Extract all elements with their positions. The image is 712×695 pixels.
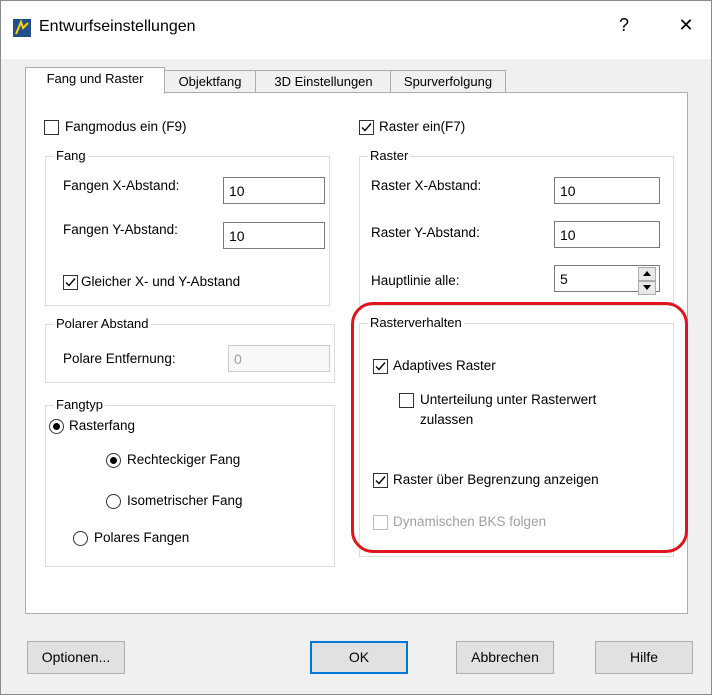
dynamic-ucs-checkbox[interactable] xyxy=(373,515,388,530)
iso-snap-label: Isometrischer Fang xyxy=(127,493,243,508)
grid-on-label: Raster ein(F7) xyxy=(379,119,466,134)
polar-snap-radio[interactable] xyxy=(73,531,88,546)
snap-type-group-title: Fangtyp xyxy=(54,397,105,413)
adaptive-grid-checkbox[interactable] xyxy=(373,359,388,374)
tab-objektfang[interactable]: Objektfang xyxy=(163,70,257,93)
window-title: Entwurfseinstellungen xyxy=(39,18,196,35)
help-button[interactable]: Hilfe xyxy=(595,641,693,674)
major-line-label: Hauptlinie alle: xyxy=(371,273,460,288)
snap-x-input[interactable]: 10 xyxy=(223,177,325,204)
chevron-down-icon xyxy=(643,285,651,290)
tab-fang-und-raster[interactable]: Fang und Raster xyxy=(25,67,165,94)
rect-snap-label: Rechteckiger Fang xyxy=(127,452,241,467)
subdivide-checkbox[interactable] xyxy=(399,393,414,408)
polar-snap-label: Polares Fangen xyxy=(94,530,190,545)
equal-spacing-checkbox[interactable] xyxy=(63,275,78,290)
cancel-button[interactable]: Abbrechen xyxy=(456,641,554,674)
polar-distance-label: Polare Entfernung: xyxy=(63,351,176,366)
grid-y-input[interactable]: 10 xyxy=(554,221,660,248)
grid-group-title: Raster xyxy=(368,148,411,164)
spin-up-button[interactable] xyxy=(638,267,656,281)
dialog-window: Entwurfseinstellungen ? ✕ Fang und Raste… xyxy=(0,0,712,695)
options-button[interactable]: Optionen... xyxy=(27,641,125,674)
polar-group-title: Polarer Abstand xyxy=(54,316,151,332)
grid-on-checkbox[interactable] xyxy=(359,120,374,135)
grid-snap-radio[interactable] xyxy=(49,419,64,434)
snap-x-label: Fangen X-Abstand: xyxy=(63,178,180,193)
check-icon xyxy=(361,123,372,132)
grid-snap-label: Rasterfang xyxy=(69,418,136,433)
beyond-limits-label: Raster über Begrenzung anzeigen xyxy=(393,472,599,487)
chevron-up-icon xyxy=(643,271,651,276)
title-bar: Entwurfseinstellungen ? ✕ xyxy=(1,1,711,59)
check-icon xyxy=(375,362,386,371)
dynamic-ucs-label: Dynamischen BKS folgen xyxy=(393,514,547,529)
subdivide-label-line2: zulassen xyxy=(420,412,474,427)
polar-distance-input[interactable]: 0 xyxy=(228,345,330,372)
grid-y-label: Raster Y-Abstand: xyxy=(371,225,480,240)
snap-mode-checkbox[interactable] xyxy=(44,120,59,135)
close-icon[interactable]: ✕ xyxy=(671,15,701,36)
grid-x-label: Raster X-Abstand: xyxy=(371,178,482,193)
grid-behavior-title: Rasterverhalten xyxy=(368,315,464,331)
ok-button[interactable]: OK xyxy=(310,641,408,674)
app-icon xyxy=(13,19,31,37)
grid-x-input[interactable]: 10 xyxy=(554,177,660,204)
help-icon[interactable]: ? xyxy=(609,15,639,36)
snap-y-label: Fangen Y-Abstand: xyxy=(63,222,178,237)
check-icon xyxy=(375,476,386,485)
tab-spurverfolgung[interactable]: Spurverfolgung xyxy=(390,70,506,93)
iso-snap-radio[interactable] xyxy=(106,494,121,509)
tab-3d-einstellungen[interactable]: 3D Einstellungen xyxy=(255,70,392,93)
snap-group-title: Fang xyxy=(54,148,88,164)
rect-snap-radio[interactable] xyxy=(106,453,121,468)
snap-y-input[interactable]: 10 xyxy=(223,222,325,249)
check-icon xyxy=(65,278,76,287)
snap-mode-label: Fangmodus ein (F9) xyxy=(65,119,187,134)
subdivide-label-line1: Unterteilung unter Rasterwert xyxy=(420,392,597,407)
adaptive-grid-label: Adaptives Raster xyxy=(393,358,496,373)
beyond-limits-checkbox[interactable] xyxy=(373,473,388,488)
equal-spacing-label: Gleicher X- und Y-Abstand xyxy=(81,274,241,289)
spin-down-button[interactable] xyxy=(638,281,656,295)
